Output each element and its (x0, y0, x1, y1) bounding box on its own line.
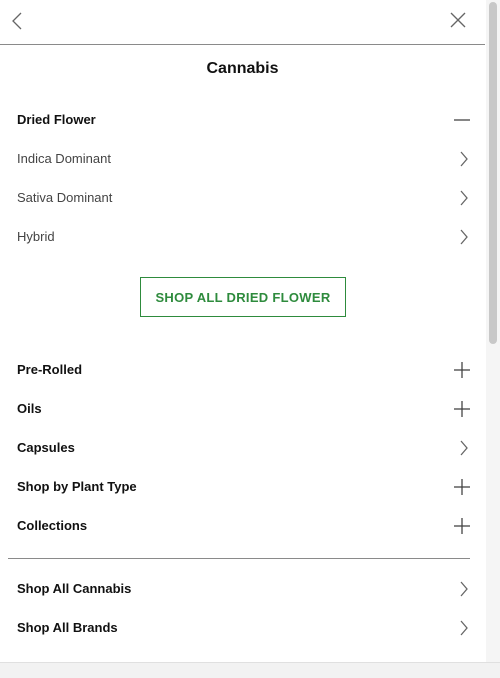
section-dried-flower[interactable]: Dried Flower (0, 101, 485, 140)
plus-icon (452, 399, 472, 419)
chevron-right-icon (452, 438, 472, 458)
section-pre-rolled[interactable]: Pre-Rolled (0, 351, 485, 390)
plus-icon (452, 477, 472, 497)
plus-icon (452, 516, 472, 536)
link-shop-all-cannabis[interactable]: Shop All Cannabis (0, 570, 485, 609)
chevron-right-icon (452, 618, 472, 638)
minus-icon (452, 110, 472, 130)
chevron-right-icon (452, 149, 472, 169)
section-capsules[interactable]: Capsules (0, 429, 485, 468)
chevron-left-icon (12, 12, 22, 30)
section-label: Shop by Plant Type (17, 479, 137, 494)
link-label: Shop All Brands (17, 620, 118, 635)
section-shop-by-plant-type[interactable]: Shop by Plant Type (0, 468, 485, 507)
page-title: Cannabis (206, 60, 279, 77)
menu-header (0, 0, 485, 45)
section-label: Dried Flower (17, 112, 96, 127)
section-label: Collections (17, 518, 88, 533)
back-button[interactable] (8, 10, 28, 32)
chevron-right-icon (452, 188, 472, 208)
sub-item-hybrid[interactable]: Hybrid (0, 218, 485, 257)
sub-item-label: Indica Dominant (17, 151, 111, 166)
sub-item-indica-dominant[interactable]: Indica Dominant (0, 140, 485, 179)
shop-all-dried-flower-button[interactable]: SHOP ALL DRIED FLOWER (140, 277, 346, 317)
section-oils[interactable]: Oils (0, 390, 485, 429)
section-divider (8, 558, 470, 559)
chevron-right-icon (452, 579, 472, 599)
section-collections[interactable]: Collections (0, 507, 485, 546)
close-icon (450, 12, 466, 28)
bottom-strip (0, 662, 500, 678)
section-label: Oils (17, 401, 42, 416)
section-label: Capsules (17, 440, 75, 455)
chevron-right-icon (452, 227, 472, 247)
sub-item-label: Sativa Dominant (17, 190, 113, 205)
sub-item-label: Hybrid (17, 229, 55, 244)
link-shop-all-brands[interactable]: Shop All Brands (0, 609, 485, 648)
plus-icon (452, 360, 472, 380)
sub-item-sativa-dominant[interactable]: Sativa Dominant (0, 179, 485, 218)
link-label: Shop All Cannabis (17, 581, 132, 596)
scrollbar-thumb[interactable] (489, 2, 497, 344)
close-button[interactable] (446, 10, 470, 32)
section-label: Pre-Rolled (17, 362, 83, 377)
